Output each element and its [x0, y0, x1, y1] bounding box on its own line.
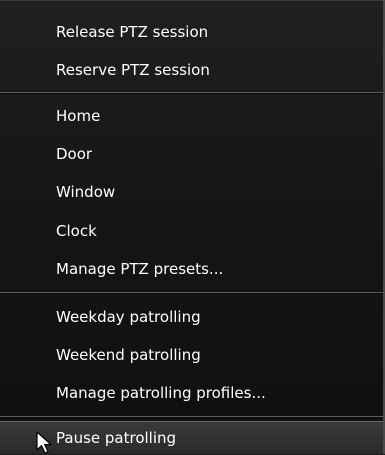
- menu-item-release-ptz-session[interactable]: Release PTZ session: [0, 14, 383, 50]
- menu-item-reserve-ptz-session[interactable]: Reserve PTZ session: [0, 52, 383, 88]
- menu-separator: [0, 92, 383, 94]
- menu-item-manage-ptz-presets[interactable]: Manage PTZ presets...: [0, 251, 383, 287]
- menu-item-preset-clock[interactable]: Clock: [0, 213, 383, 249]
- menu-item-manage-patrolling-profiles[interactable]: Manage patrolling profiles...: [0, 375, 383, 411]
- menu-item-pause-patrolling[interactable]: Pause patrolling: [0, 421, 383, 454]
- ptz-context-menu: Release PTZ session Reserve PTZ session …: [0, 0, 385, 454]
- menu-item-label: Manage PTZ presets...: [56, 260, 224, 278]
- menu-item-weekend-patrolling[interactable]: Weekend patrolling: [0, 337, 383, 373]
- menu-item-label: Weekday patrolling: [56, 308, 201, 326]
- menu-item-label: Clock: [56, 222, 97, 240]
- menu-item-weekday-patrolling[interactable]: Weekday patrolling: [0, 299, 383, 335]
- menu-item-preset-door[interactable]: Door: [0, 136, 383, 172]
- menu-item-label: Door: [56, 145, 93, 163]
- menu-separator: [0, 416, 383, 418]
- menu-item-label: Reserve PTZ session: [56, 61, 210, 79]
- menu-item-preset-home[interactable]: Home: [0, 98, 383, 134]
- menu-item-label: Pause patrolling: [56, 429, 177, 447]
- mouse-pointer-icon: [36, 431, 52, 454]
- menu-item-label: Weekend patrolling: [56, 346, 201, 364]
- menu-top-border: [0, 0, 385, 1]
- menu-separator: [0, 292, 383, 294]
- menu-item-label: Home: [56, 107, 101, 125]
- menu-item-label: Release PTZ session: [56, 23, 209, 41]
- menu-item-preset-window[interactable]: Window: [0, 174, 383, 210]
- menu-item-label: Manage patrolling profiles...: [56, 384, 266, 402]
- menu-item-label: Window: [56, 183, 116, 201]
